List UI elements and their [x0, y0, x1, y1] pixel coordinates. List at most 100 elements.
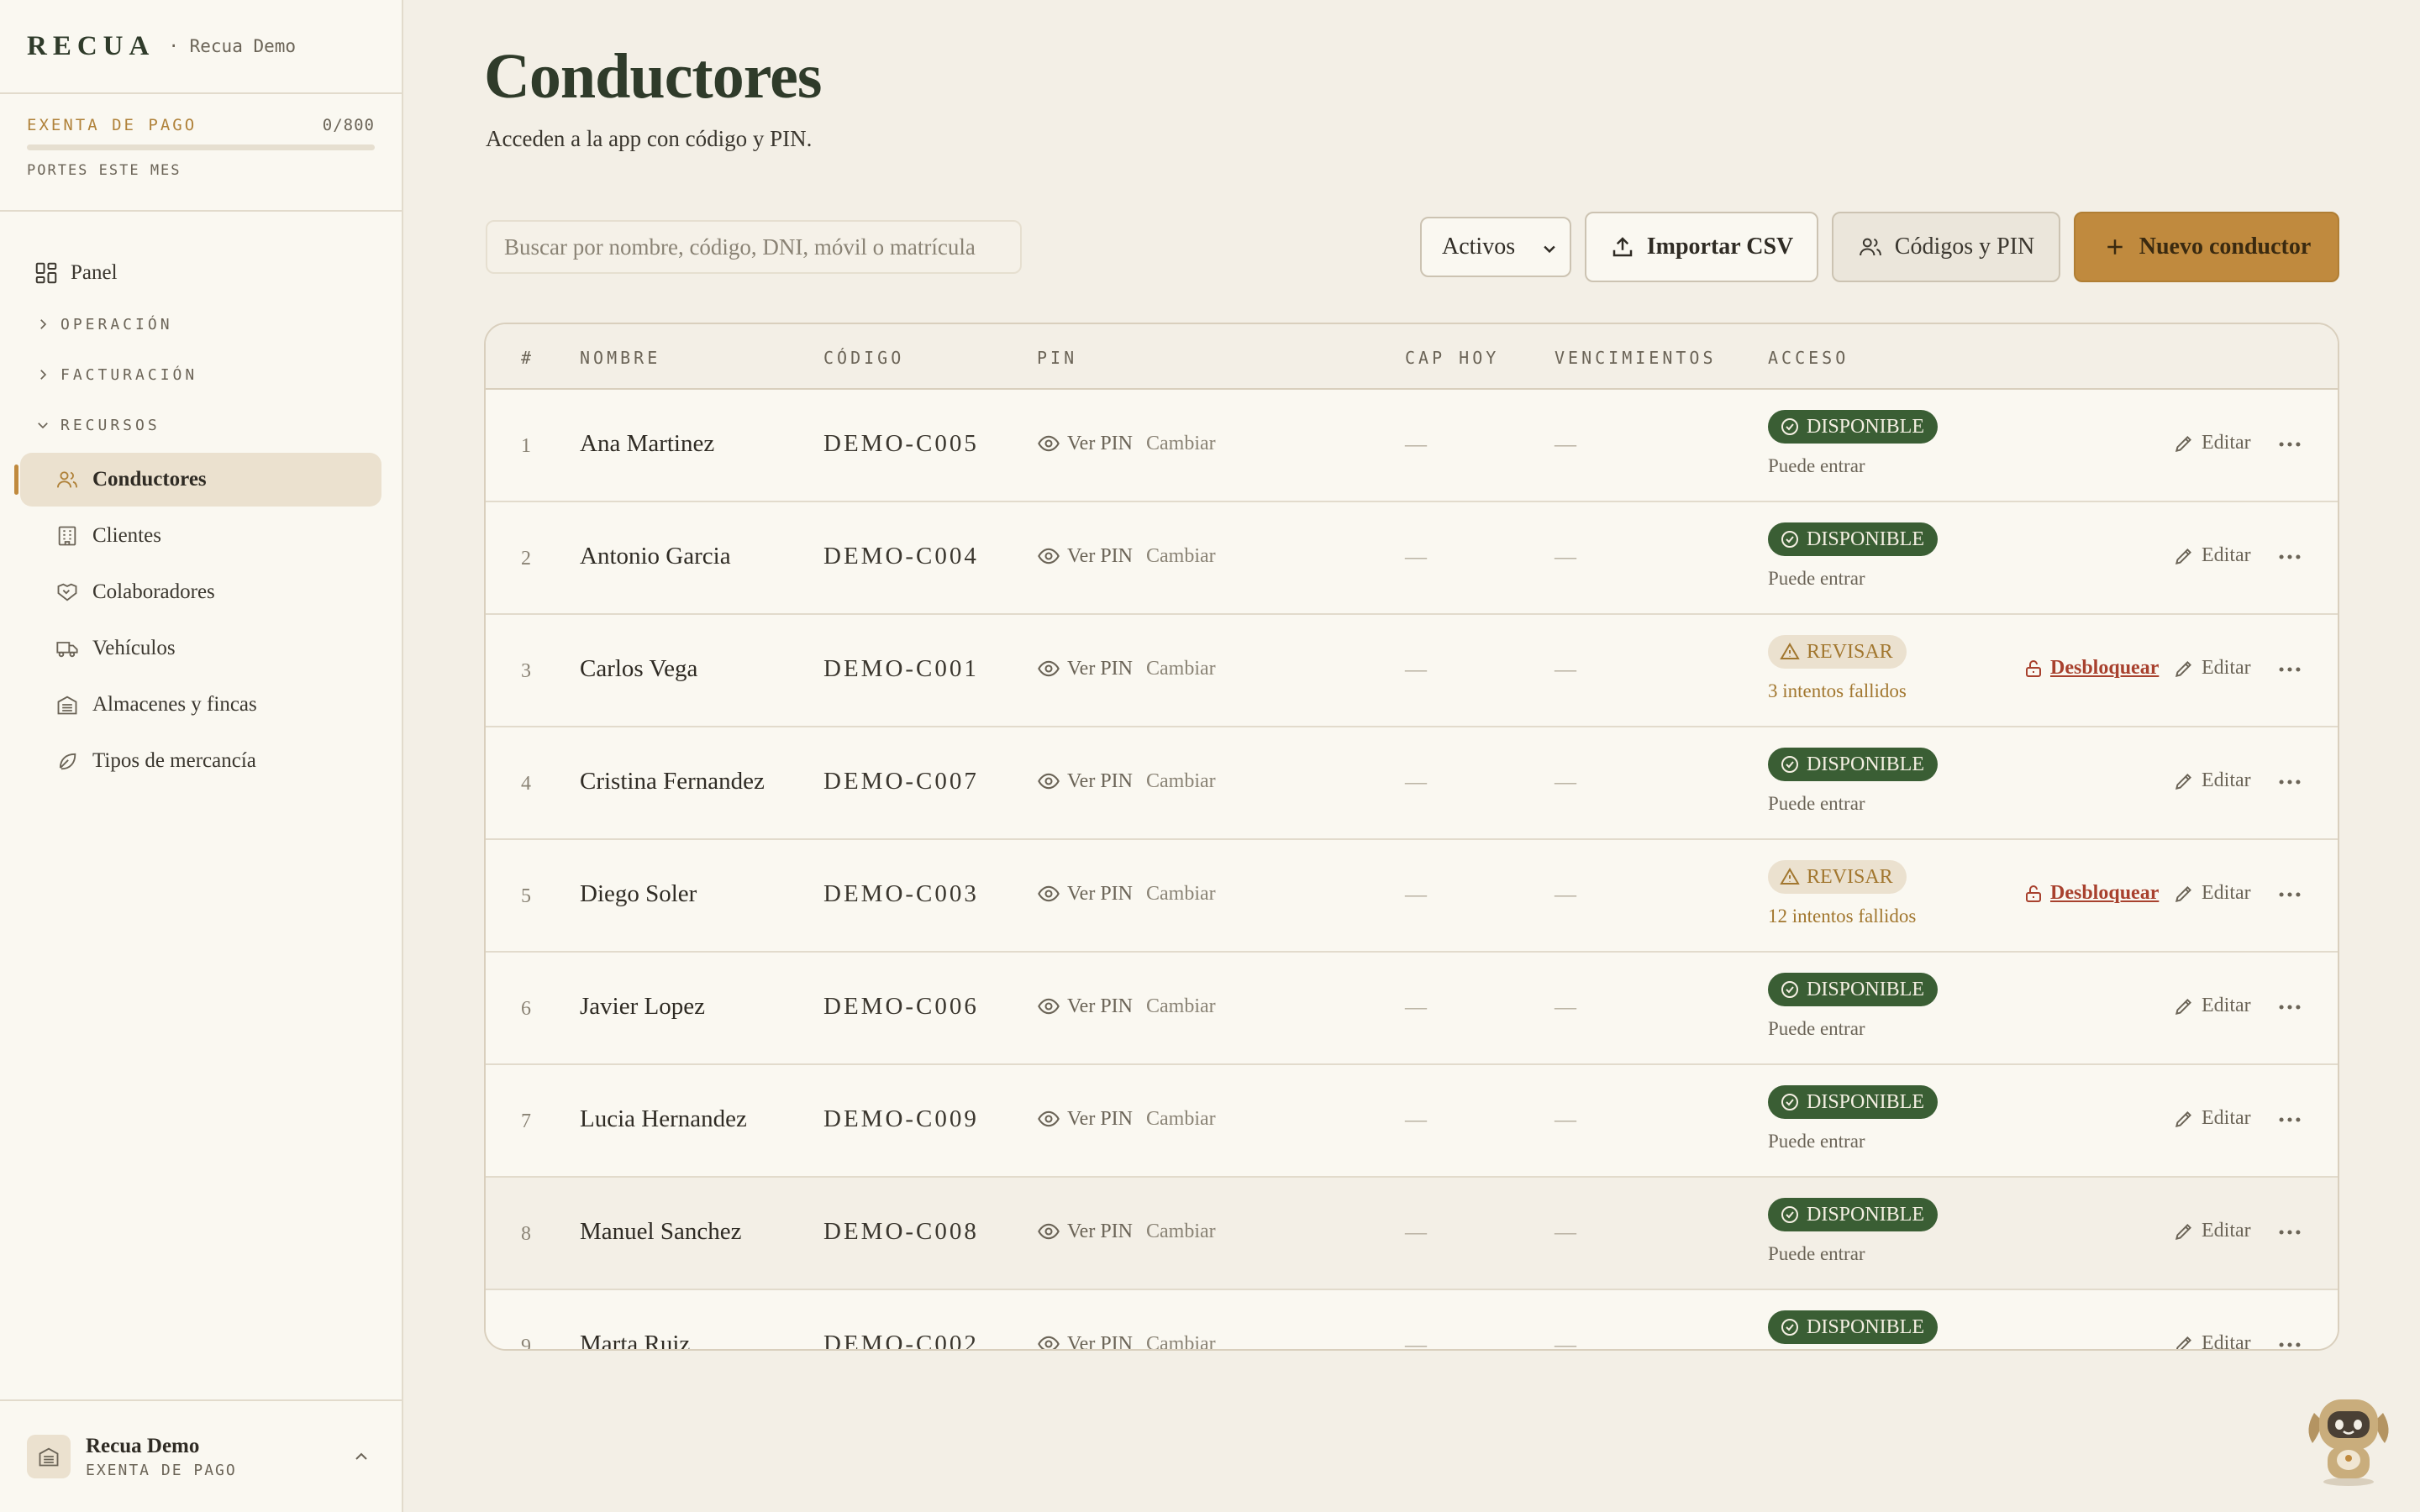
cap-today-value: —: [1405, 657, 1427, 681]
view-pin-button[interactable]: Ver PIN: [1037, 432, 1133, 455]
eye-icon: [1038, 548, 1060, 564]
edit-button[interactable]: Editar: [2173, 882, 2251, 905]
edit-button[interactable]: Editar: [2173, 1220, 2251, 1242]
pencil-icon: [2175, 998, 2191, 1015]
more-options-icon[interactable]: [2275, 543, 2304, 571]
table-row[interactable]: 8 Manuel Sanchez DEMO-C008 Ver PIN Cambiar — —…: [486, 1178, 2338, 1290]
unlock-icon: [2026, 659, 2041, 677]
import-csv-button[interactable]: Importar CSV: [1585, 212, 1818, 282]
unlock-button[interactable]: Desbloquear: [2023, 657, 2159, 680]
change-pin-link[interactable]: Cambiar: [1146, 883, 1216, 906]
change-pin-link[interactable]: Cambiar: [1146, 658, 1216, 680]
status-filter-select[interactable]: Activos: [1420, 217, 1571, 277]
table-row[interactable]: 6 Javier Lopez DEMO-C006 Ver PIN Cambiar — — DI…: [486, 953, 2338, 1065]
sidebar-item-colaboradores[interactable]: Colaboradores: [20, 565, 381, 619]
view-pin-button[interactable]: Ver PIN: [1037, 657, 1133, 680]
change-pin-link[interactable]: Cambiar: [1146, 770, 1216, 793]
account-switcher[interactable]: Recua Demo EXENTA DE PAGO: [0, 1399, 402, 1512]
chevron-right-icon: [40, 370, 47, 380]
driver-code: DEMO-C008: [823, 1218, 979, 1245]
nav-group-recursos[interactable]: RECURSOS: [0, 400, 402, 450]
chevron-down-icon: [38, 423, 48, 429]
edit-button[interactable]: Editar: [2173, 769, 2251, 792]
change-pin-link[interactable]: Cambiar: [1146, 1333, 1216, 1350]
view-pin-button[interactable]: Ver PIN: [1037, 1332, 1133, 1351]
unlock-button[interactable]: Desbloquear: [2023, 882, 2159, 905]
edit-button[interactable]: Editar: [2173, 995, 2251, 1017]
row-number: 2: [521, 548, 531, 570]
search-input[interactable]: [486, 220, 1022, 274]
edit-button[interactable]: Editar: [2173, 432, 2251, 454]
nav-group-label: RECURSOS: [60, 416, 160, 434]
view-pin-button[interactable]: Ver PIN: [1037, 1107, 1133, 1131]
sidebar-item-label: Clientes: [92, 524, 161, 547]
more-options-icon[interactable]: [2275, 1218, 2304, 1247]
pencil-icon: [2175, 1223, 2191, 1240]
change-pin-link[interactable]: Cambiar: [1146, 995, 1216, 1018]
nav-group-facturacion[interactable]: FACTURACIÓN: [0, 349, 402, 400]
expirations-value: —: [1555, 544, 1576, 569]
more-options-icon[interactable]: [2275, 880, 2304, 909]
more-options-icon[interactable]: [2275, 655, 2304, 684]
table-row[interactable]: 1 Ana Martinez DEMO-C005 Ver PIN Cambiar — — DI…: [486, 390, 2338, 502]
view-pin-button[interactable]: Ver PIN: [1037, 1220, 1133, 1243]
more-options-icon[interactable]: [2275, 1105, 2304, 1134]
table-row[interactable]: 4 Cristina Fernandez DEMO-C007 Ver PIN Cambi…: [486, 727, 2338, 840]
column-header-name[interactable]: NOMBRE: [580, 348, 660, 368]
sidebar-item-tipos-mercancia[interactable]: Tipos de mercancía: [20, 734, 381, 788]
more-options-icon[interactable]: [2275, 430, 2304, 459]
truck-icon: [56, 642, 78, 658]
row-number: 7: [521, 1110, 531, 1132]
access-detail: Puede entrar: [1768, 568, 1865, 589]
view-pin-label: Ver PIN: [1067, 657, 1133, 680]
chevron-up-icon[interactable]: [351, 1446, 371, 1467]
edit-button[interactable]: Editar: [2173, 1332, 2251, 1349]
pencil-icon: [2175, 1336, 2191, 1349]
table-row[interactable]: 5 Diego Soler DEMO-C003 Ver PIN Cambiar — — REV…: [486, 840, 2338, 953]
sidebar-item-almacenes[interactable]: Almacenes y fincas: [20, 678, 381, 732]
more-options-icon[interactable]: [2275, 1331, 2304, 1351]
pin-cell: Ver PIN Cambiar: [1037, 995, 1216, 1018]
view-pin-label: Ver PIN: [1067, 1220, 1133, 1242]
sidebar-item-vehiculos[interactable]: Vehículos: [20, 622, 381, 675]
change-pin-link[interactable]: Cambiar: [1146, 545, 1216, 568]
assistant-mascot-icon[interactable]: [2302, 1388, 2395, 1487]
sidebar-item-conductores[interactable]: Conductores: [14, 453, 381, 507]
change-pin-link[interactable]: Cambiar: [1146, 433, 1216, 455]
view-pin-label: Ver PIN: [1067, 1332, 1133, 1351]
table-row[interactable]: 9 Marta Ruiz DEMO-C002 Ver PIN Cambiar — — DISP…: [486, 1290, 2338, 1351]
sidebar-item-clientes[interactable]: Clientes: [20, 509, 381, 563]
view-pin-button[interactable]: Ver PIN: [1037, 882, 1133, 906]
eye-icon: [1038, 885, 1060, 902]
sidebar-item-panel[interactable]: Panel: [0, 247, 402, 299]
brand[interactable]: RECUA · Recua Demo: [0, 0, 402, 94]
view-pin-button[interactable]: Ver PIN: [1037, 995, 1133, 1018]
more-options-icon[interactable]: [2275, 768, 2304, 796]
view-pin-button[interactable]: Ver PIN: [1037, 544, 1133, 568]
table-row[interactable]: 3 Carlos Vega DEMO-C001 Ver PIN Cambiar — — REV…: [486, 615, 2338, 727]
edit-button[interactable]: Editar: [2173, 544, 2251, 567]
driver-code: DEMO-C002: [823, 1331, 979, 1351]
page-title: Conductores: [484, 41, 822, 112]
plan-count: 0/800: [322, 116, 375, 134]
table-row[interactable]: 7 Lucia Hernandez DEMO-C009 Ver PIN Cambiar —…: [486, 1065, 2338, 1178]
new-driver-button[interactable]: Nuevo conductor: [2074, 212, 2339, 282]
nav-group-operacion[interactable]: OPERACIÓN: [0, 299, 402, 349]
cap-today-value: —: [1405, 544, 1427, 569]
page-subtitle: Acceden a la app con código y PIN.: [486, 126, 813, 151]
pin-cell: Ver PIN Cambiar: [1037, 544, 1216, 568]
codes-pin-button[interactable]: Códigos y PIN: [1832, 212, 2060, 282]
status-badge: DISPONIBLE: [1768, 410, 1939, 444]
table-row[interactable]: 2 Antonio Garcia DEMO-C004 Ver PIN Cambiar — —…: [486, 502, 2338, 615]
edit-button[interactable]: Editar: [2173, 657, 2251, 680]
view-pin-button[interactable]: Ver PIN: [1037, 769, 1133, 793]
edit-button[interactable]: Editar: [2173, 1107, 2251, 1130]
pin-cell: Ver PIN Cambiar: [1037, 657, 1216, 680]
driver-code: DEMO-C009: [823, 1105, 979, 1132]
status-badge-label: REVISAR: [1807, 865, 1893, 888]
column-header-code[interactable]: CÓDIGO: [823, 348, 904, 368]
change-pin-link[interactable]: Cambiar: [1146, 1221, 1216, 1243]
more-options-icon[interactable]: [2275, 993, 2304, 1021]
status-badge: DISPONIBLE: [1768, 1198, 1939, 1231]
change-pin-link[interactable]: Cambiar: [1146, 1108, 1216, 1131]
